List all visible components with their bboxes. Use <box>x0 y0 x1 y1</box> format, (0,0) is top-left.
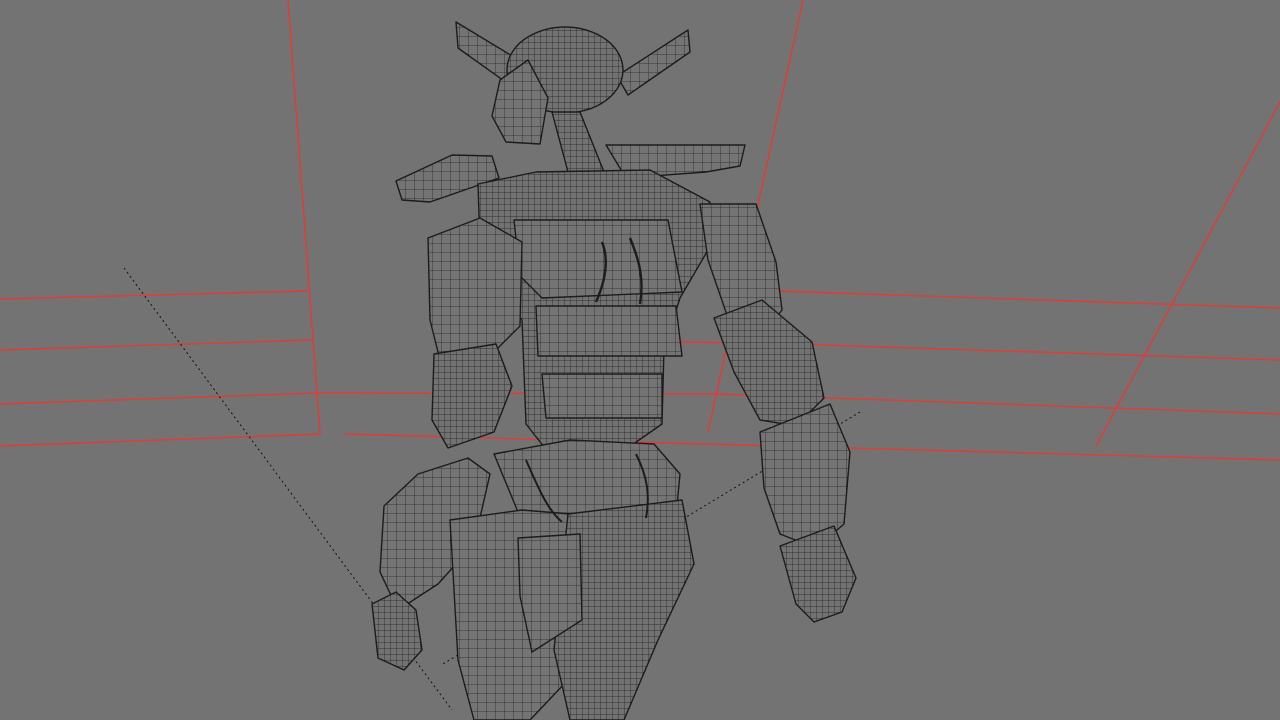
robot-left-forearm <box>431 343 513 449</box>
viewport-canvas <box>0 0 1280 720</box>
room-edge <box>0 392 319 405</box>
room-edge <box>0 339 313 351</box>
robot-right-horn <box>616 29 691 96</box>
robot-chest-plate <box>513 219 683 299</box>
room-edge <box>774 290 1280 309</box>
room-edge <box>759 342 1280 361</box>
robot-lower-abdomen-plate <box>541 373 663 419</box>
room-edge <box>0 433 322 447</box>
robot-right-gauntlet <box>759 403 851 549</box>
room-edge <box>317 392 726 395</box>
3d-viewport[interactable] <box>0 0 1280 720</box>
robot-wireframe <box>371 21 857 720</box>
robot-right-forearm <box>713 299 825 427</box>
robot-left-hand <box>371 591 423 671</box>
robot-left-upper-arm <box>427 217 523 363</box>
room-edge <box>1095 101 1280 447</box>
robot-right-hand <box>779 525 857 623</box>
room-edge <box>287 0 321 435</box>
room-edge <box>0 290 309 300</box>
robot-abdomen-plate <box>535 305 683 357</box>
